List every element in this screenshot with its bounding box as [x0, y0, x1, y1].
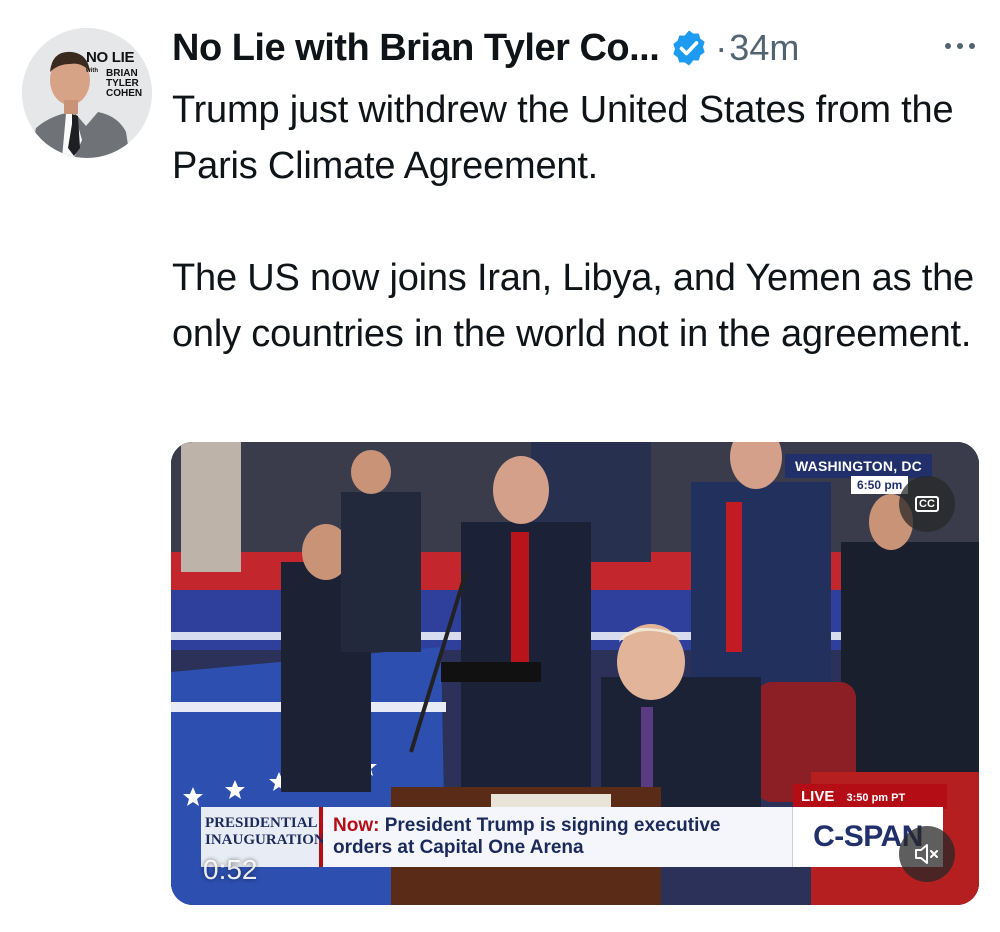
- caption-text: President Trump is signing executive ord…: [333, 815, 721, 858]
- location-time: 6:50 pm: [851, 476, 909, 494]
- more-options-icon[interactable]: [940, 36, 980, 56]
- location-banner: WASHINGTON, DC: [785, 454, 932, 478]
- video-duration: 0:52: [203, 854, 258, 885]
- live-time: 3:50 pm PT: [846, 792, 906, 804]
- post-header: No Lie with Brian Tyler Co... · 34m: [172, 24, 799, 72]
- live-banner: LIVE 3:50 pm PT: [793, 784, 947, 809]
- closed-captions-icon[interactable]: CC: [899, 476, 955, 532]
- event-line-2: INAUGURATION: [205, 832, 325, 848]
- news-caption: Now: President Trump is signing executiv…: [323, 807, 793, 867]
- avatar-brand-last: COHEN: [106, 88, 143, 99]
- post-timestamp[interactable]: 34m: [729, 27, 799, 69]
- verified-badge-icon[interactable]: [669, 28, 709, 68]
- avatar[interactable]: NO LIE with BRIAN TYLER COHEN: [22, 28, 152, 158]
- event-line-1: PRESIDENTIAL: [205, 815, 318, 831]
- avatar-brand-title: NO LIE: [86, 49, 135, 66]
- separator-dot: ·: [715, 27, 728, 68]
- display-name[interactable]: No Lie with Brian Tyler Co...: [172, 27, 660, 70]
- post-paragraph: Trump just withdrew the United States fr…: [172, 89, 954, 187]
- post-text: Trump just withdrew the United States fr…: [172, 82, 982, 362]
- mute-icon[interactable]: [899, 826, 955, 882]
- lower-third: PRESIDENTIAL INAUGURATION Now: President…: [201, 807, 943, 867]
- post-paragraph: The US now joins Iran, Libya, and Yemen …: [172, 257, 974, 355]
- live-label: LIVE: [801, 788, 835, 805]
- caption-now-label: Now:: [333, 815, 380, 836]
- closed-captions-label: CC: [915, 496, 939, 512]
- video-player[interactable]: WASHINGTON, DC 6:50 pm CC LIVE 3:50 pm P…: [171, 442, 979, 905]
- avatar-brand: NO LIE with BRIAN TYLER COHEN: [86, 50, 146, 99]
